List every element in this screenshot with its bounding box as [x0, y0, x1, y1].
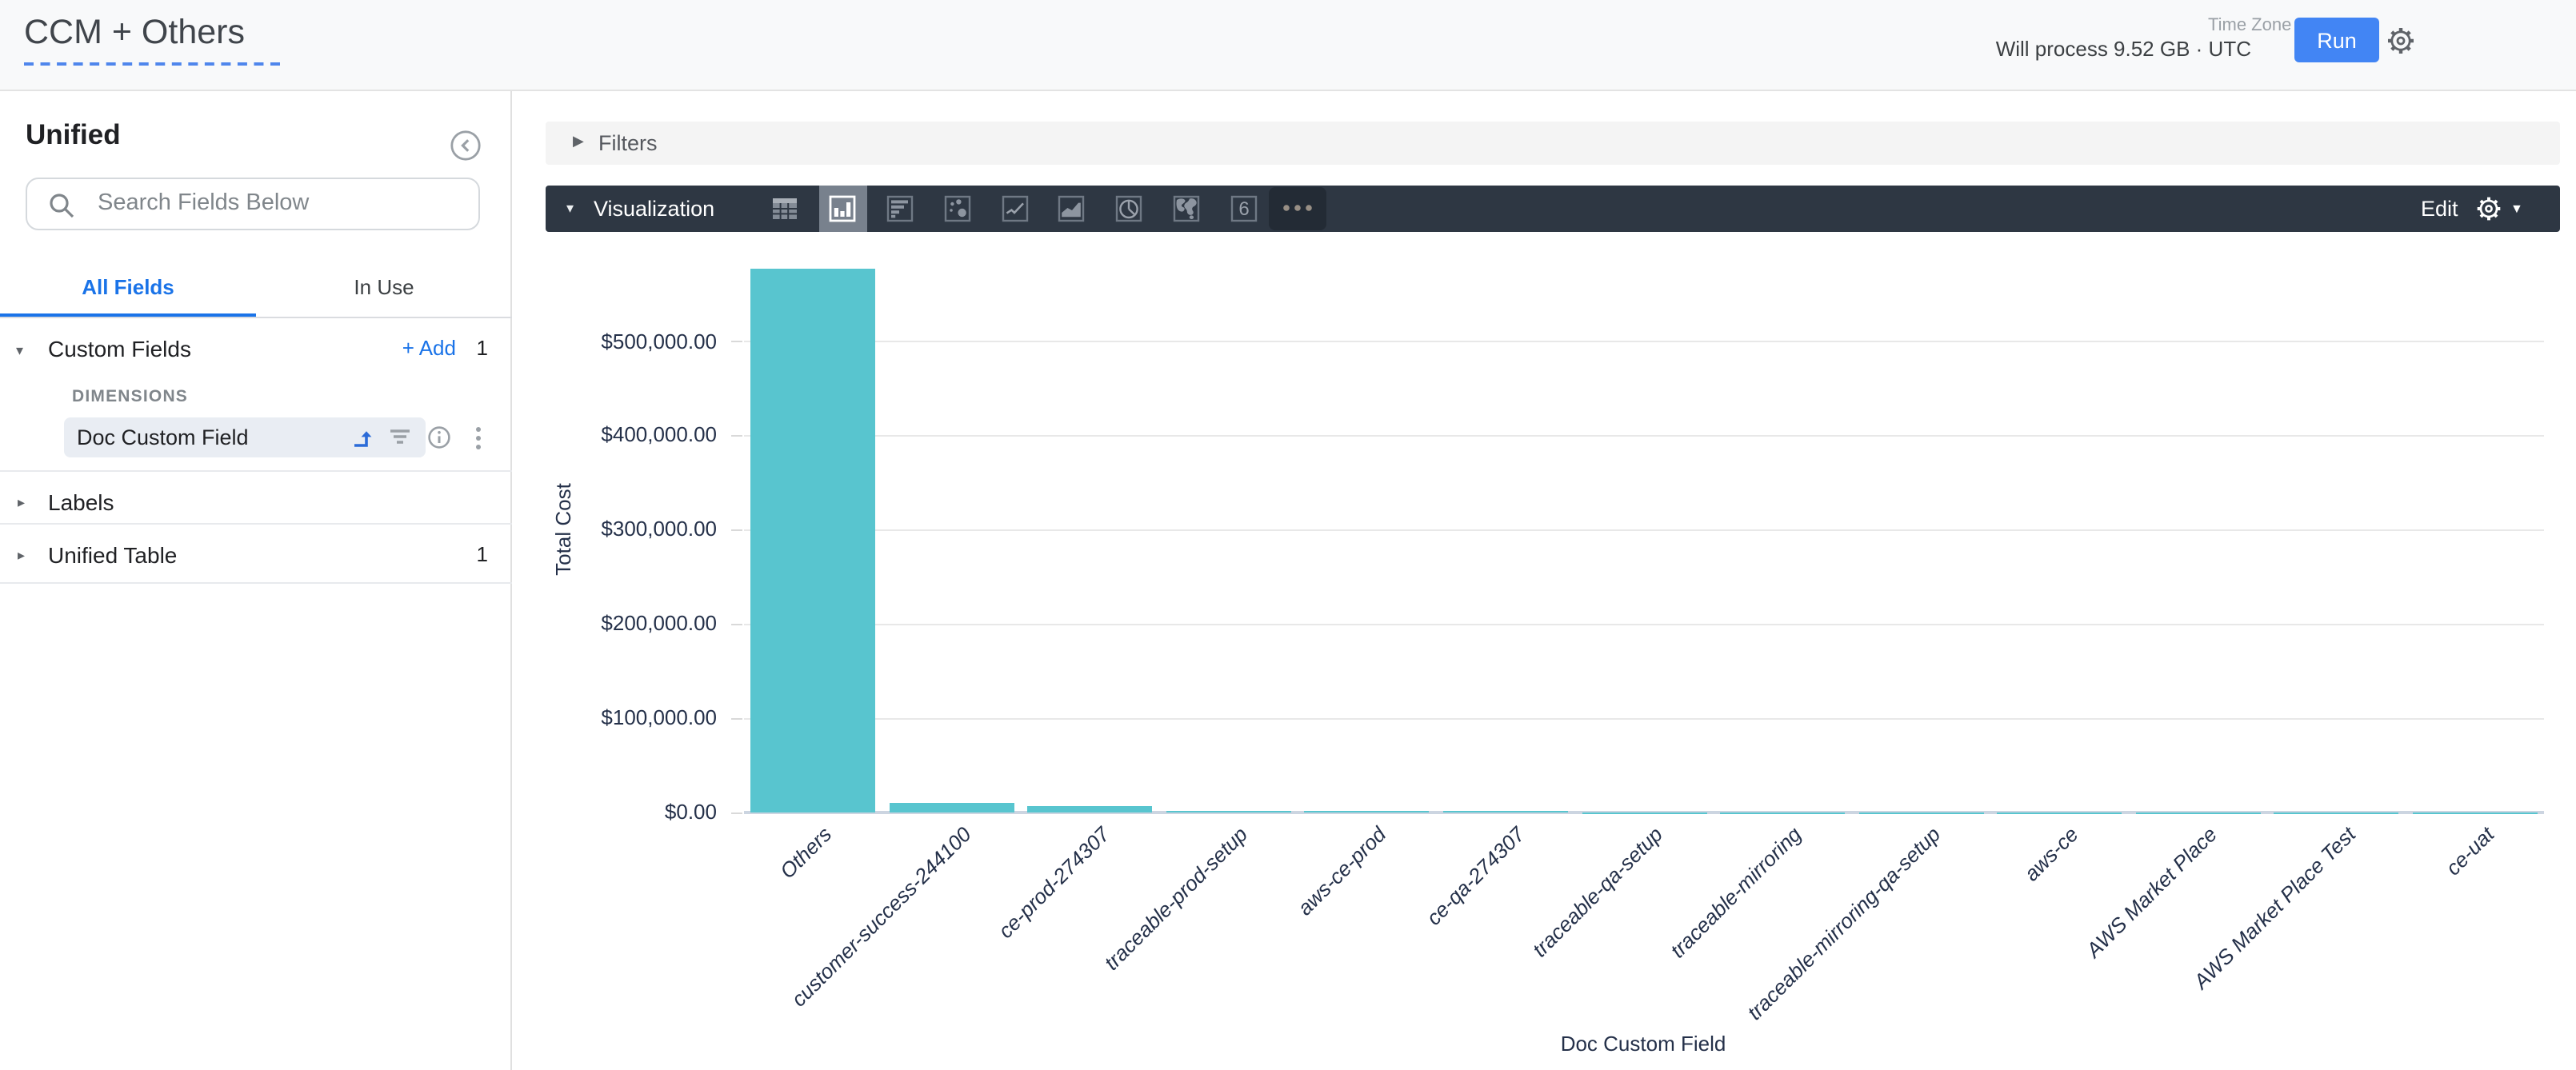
more-chart-types-button[interactable]: [1269, 187, 1326, 230]
single-value-icon[interactable]: 6: [1230, 195, 1258, 222]
x-axis-tick-label-text: ce-uat: [2440, 822, 2498, 880]
visualization-label: Visualization: [594, 197, 714, 221]
bar[interactable]: [890, 804, 1014, 812]
x-axis-tick-label-text: ce-prod-274307: [993, 822, 1114, 943]
y-axis-tick-label: $200,000.00: [525, 611, 717, 635]
x-axis-title: Doc Custom Field: [1561, 1032, 1726, 1056]
bar[interactable]: [751, 269, 876, 812]
time-zone-label: Time Zone: [2208, 16, 2291, 35]
x-axis-tick-label-text: traceable-prod-setup: [1099, 822, 1252, 975]
info-icon[interactable]: [427, 425, 451, 449]
page-title[interactable]: CCM + Others: [24, 13, 280, 66]
x-axis-tick-label-text: AWS Market Place: [2081, 822, 2221, 962]
grid-line: [744, 529, 2544, 531]
datasource-title: Unified: [26, 118, 121, 152]
search-icon: [48, 192, 75, 219]
y-axis-tick-label: $300,000.00: [525, 517, 717, 541]
expand-caret-icon[interactable]: ▾: [16, 342, 23, 360]
bar[interactable]: [1028, 807, 1153, 812]
settings-gear-icon[interactable]: [2386, 26, 2416, 56]
expand-caret-icon[interactable]: ▸: [18, 494, 25, 512]
chart-settings-gear-icon[interactable]: [2475, 195, 2502, 222]
divider: [0, 582, 512, 584]
visualization-toolbar: ▾ Visualization: [546, 186, 2560, 232]
search-field-container: [26, 178, 480, 230]
section-custom-fields[interactable]: Custom Fields: [48, 336, 191, 361]
bar[interactable]: [1166, 811, 1291, 812]
page-title-text: CCM + Others: [24, 13, 280, 66]
area-chart-icon[interactable]: [1058, 195, 1085, 222]
y-axis-tick-label: $500,000.00: [525, 329, 717, 353]
process-size-status: Will process 9.52 GB · UTC: [1996, 37, 2251, 61]
app-root: CCM + Others Time Zone Will process 9.52…: [0, 0, 2576, 1070]
x-axis-tick-label-text: traceable-qa-setup: [1528, 822, 1668, 962]
add-field-button[interactable]: + Add: [402, 336, 456, 360]
x-axis-tick-label-text: AWS Market Place Test: [2188, 822, 2359, 993]
run-button[interactable]: Run: [2294, 18, 2379, 62]
section-unified-table[interactable]: Unified Table: [48, 542, 177, 568]
table-icon[interactable]: [771, 195, 798, 222]
y-axis-tick-label: $100,000.00: [525, 705, 717, 729]
expand-caret-icon[interactable]: ▸: [18, 547, 25, 565]
geo-map-icon[interactable]: [1173, 195, 1200, 222]
field-label: Doc Custom Field: [77, 425, 249, 449]
x-axis-tick-label-text: Others: [775, 822, 836, 883]
x-axis-tick-label-text: aws-ce-prod: [1293, 822, 1390, 920]
pie-chart-icon[interactable]: [1115, 195, 1142, 222]
divider: [0, 523, 512, 525]
y-axis-tick-label: $0.00: [525, 800, 717, 824]
y-axis-tick: [731, 623, 742, 625]
y-axis-tick: [731, 812, 742, 813]
tab-all-fields[interactable]: All Fields: [0, 275, 256, 299]
grid-line: [744, 717, 2544, 719]
expand-caret-icon: ▶: [573, 133, 584, 150]
divider: [0, 470, 512, 472]
app-header: CCM + Others Time Zone Will process 9.52…: [0, 0, 2576, 91]
y-axis-tick: [731, 529, 742, 531]
y-axis-tick: [731, 717, 742, 719]
y-axis-tick: [731, 341, 742, 342]
scatter-plot-icon[interactable]: [944, 195, 971, 222]
collapse-caret-icon[interactable]: ▾: [566, 200, 574, 218]
x-axis-tick-label-text: ce-qa-274307: [1421, 822, 1529, 930]
collapse-panel-icon[interactable]: [450, 130, 482, 162]
grid-line: [744, 623, 2544, 625]
unified-table-count: 1: [477, 542, 488, 566]
edit-button[interactable]: Edit: [2421, 197, 2458, 221]
tab-divider: [0, 317, 512, 318]
filter-icon[interactable]: [389, 425, 411, 448]
grid-line: [744, 341, 2544, 342]
grid-line: [744, 435, 2544, 437]
filters-label: Filters: [598, 131, 658, 155]
filters-bar[interactable]: ▶ Filters: [546, 122, 2560, 165]
gear-dropdown-caret-icon[interactable]: ▼: [2510, 202, 2523, 216]
search-input[interactable]: [98, 181, 466, 226]
pivot-arrow-icon[interactable]: [350, 425, 374, 449]
custom-fields-count: 1: [477, 336, 488, 360]
column-chart-icon[interactable]: [829, 195, 856, 222]
section-labels[interactable]: Labels: [48, 489, 114, 515]
dimensions-group-label: DIMENSIONS: [72, 387, 188, 406]
fields-sidebar: Unified All Fields In Use ▾ Custom Field…: [0, 91, 512, 1070]
ellipsis-icon: [1282, 203, 1314, 213]
svg-text:6: 6: [1238, 198, 1249, 220]
bar-chart-icon[interactable]: [886, 195, 914, 222]
x-axis-tick-label-text: traceable-mirroring: [1666, 822, 1806, 962]
y-axis-tick: [731, 435, 742, 437]
line-chart-icon[interactable]: [1002, 195, 1029, 222]
tab-in-use[interactable]: In Use: [256, 275, 512, 299]
x-axis-tick-label-text: aws-ce: [2019, 822, 2082, 885]
y-axis-tick-label: $400,000.00: [525, 423, 717, 447]
more-options-icon[interactable]: [474, 425, 483, 451]
